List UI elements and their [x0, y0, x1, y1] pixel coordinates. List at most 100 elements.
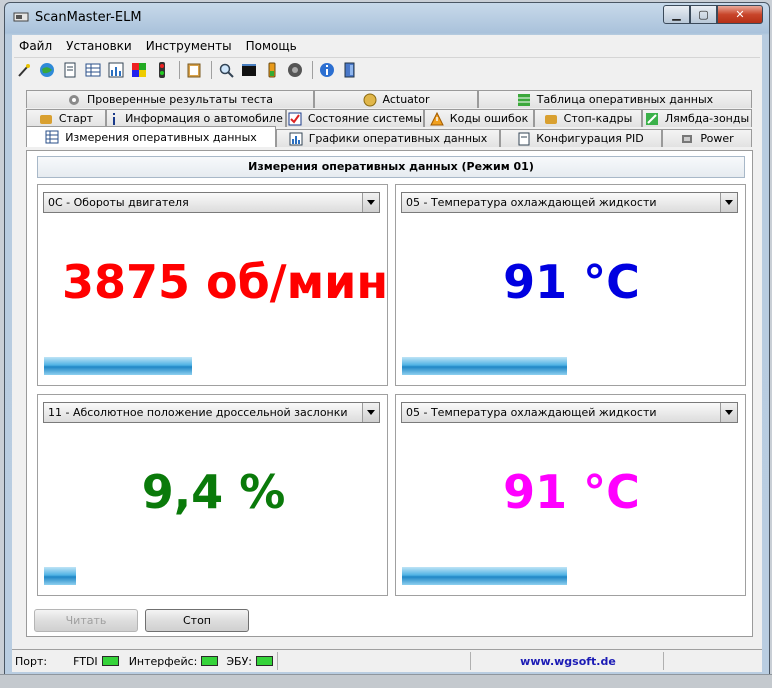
menu-help[interactable]: Помощь — [239, 37, 304, 57]
tab-live-graphs[interactable]: Графики оперативных данных — [276, 129, 500, 147]
exit-icon[interactable] — [340, 60, 360, 80]
pid-select-4[interactable]: 05 - Температура охлаждающей жидкости — [401, 402, 738, 423]
gauge-icon[interactable] — [285, 60, 305, 80]
app-window: ScanMaster-ELM ▁ ▢ ✕ Файл Установки Инст… — [4, 2, 770, 676]
interface-label: Интерфейс: — [128, 654, 198, 668]
pid-select-value: 05 - Температура охлаждающей жидкости — [406, 406, 657, 419]
read-button[interactable]: Читать — [34, 609, 138, 632]
live-measurements-panel: Измерения оперативных данных (Режим 01) … — [26, 150, 753, 637]
close-icon: ✕ — [735, 8, 745, 21]
pid-select-1[interactable]: 0C - Обороты двигателя — [43, 192, 380, 213]
engine-icon — [39, 112, 53, 126]
gear-icon — [67, 93, 81, 107]
panel-title: Измерения оперативных данных (Режим 01) — [37, 156, 745, 178]
toolbar-separator — [312, 61, 313, 79]
gauge-level-bar — [44, 567, 76, 585]
tab-label: Проверенные результаты теста — [86, 93, 274, 106]
table-icon — [517, 93, 531, 107]
pid-select-2[interactable]: 05 - Температура охлаждающей жидкости — [401, 192, 738, 213]
status-connection: Порт: FTDI Интерфейс: ЭБУ: — [15, 652, 278, 670]
maximize-button[interactable]: ▢ — [690, 5, 717, 24]
client-area: Файл Установки Инструменты Помощь Провер… — [12, 35, 762, 672]
gauge-value: 3875 об/мин — [62, 255, 389, 309]
toolbar — [14, 57, 760, 82]
tab-label: Actuator — [382, 93, 430, 106]
grid-icon — [45, 130, 59, 144]
chip-icon — [680, 132, 694, 146]
tab-vehicle-info[interactable]: Информация о автомобиле — [106, 109, 286, 127]
gauge-4: 05 - Температура охлаждающей жидкости 91… — [395, 394, 746, 596]
minimize-button[interactable]: ▁ — [663, 5, 690, 24]
pid-select-value: 05 - Температура охлаждающей жидкости — [406, 196, 657, 209]
tab-label: Таблица оперативных данных — [536, 93, 714, 106]
tab-power[interactable]: Power — [662, 129, 752, 147]
status-bar: Порт: FTDI Интерфейс: ЭБУ: www.wgsoft.de — [12, 649, 762, 672]
tab-error-codes[interactable]: Коды ошибок — [424, 109, 534, 127]
tab-label: Старт — [58, 112, 94, 125]
port-led — [101, 656, 119, 666]
tab-system-status[interactable]: Состояние системы — [286, 109, 424, 127]
info-icon — [109, 112, 119, 126]
grid-icon[interactable] — [83, 60, 103, 80]
tab-pid-config[interactable]: Конфигурация PID — [500, 129, 662, 147]
sensor-icon — [645, 112, 659, 126]
close-button[interactable]: ✕ — [717, 5, 763, 24]
maximize-icon: ▢ — [698, 8, 709, 21]
globe-icon[interactable] — [37, 60, 57, 80]
title-bar[interactable]: ScanMaster-ELM ▁ ▢ ✕ — [5, 3, 769, 33]
tab-lambda-sensors[interactable]: Лямбда-зонды — [642, 109, 752, 127]
menu-bar: Файл Установки Инструменты Помощь — [12, 37, 304, 57]
tab-label: Состояние системы — [307, 112, 423, 125]
status-empty — [280, 652, 471, 670]
document-icon — [518, 132, 530, 146]
checkbox-icon — [288, 112, 302, 126]
flag-icon[interactable] — [129, 60, 149, 80]
menu-settings[interactable]: Установки — [59, 37, 139, 57]
gauge-level-bar — [402, 357, 567, 375]
tab-freeze-frames[interactable]: Стоп-кадры — [534, 109, 642, 127]
ecu-led — [255, 656, 273, 666]
chart-icon[interactable] — [106, 60, 126, 80]
wand-icon[interactable] — [14, 60, 34, 80]
engine-icon — [544, 112, 558, 126]
tab-row-1: Проверенные результаты теста Actuator Та… — [26, 90, 752, 108]
interface-led — [201, 656, 219, 666]
chevron-down-icon[interactable] — [720, 193, 737, 212]
magnifier-icon[interactable] — [216, 60, 236, 80]
caption-buttons: ▁ ▢ ✕ — [663, 5, 763, 25]
tab-row-2: Старт Информация о автомобиле Состояние … — [26, 109, 752, 127]
toolbar-separator — [179, 61, 180, 79]
stop-button[interactable]: Стоп — [145, 609, 249, 632]
tab-test-results[interactable]: Проверенные результаты теста — [26, 90, 314, 108]
tab-label: Графики оперативных данных — [308, 132, 488, 145]
pid-select-3[interactable]: 11 - Абсолютное положение дроссельной за… — [43, 402, 380, 423]
traffic-light-icon[interactable] — [152, 60, 172, 80]
tab-label: Лямбда-зонды — [664, 112, 750, 125]
chevron-down-icon[interactable] — [362, 403, 379, 422]
minimize-icon: ▁ — [672, 8, 681, 21]
tab-label: Конфигурация PID — [536, 132, 644, 145]
menu-tools[interactable]: Инструменты — [139, 37, 239, 57]
tab-actuator[interactable]: Actuator — [314, 90, 478, 108]
chevron-down-icon[interactable] — [720, 403, 737, 422]
battery-icon[interactable] — [262, 60, 282, 80]
ecu-label: ЭБУ: — [226, 654, 252, 668]
info-icon[interactable] — [317, 60, 337, 80]
tab-label: Коды ошибок — [449, 112, 529, 125]
toolbar-separator — [211, 61, 212, 79]
website-link[interactable]: www.wgsoft.de — [520, 655, 616, 668]
terminal-icon[interactable] — [239, 60, 259, 80]
window-title: ScanMaster-ELM — [35, 10, 142, 25]
tab-live-measurements[interactable]: Измерения оперативных данных — [26, 126, 276, 147]
port-label: Порт: — [15, 654, 48, 668]
tab-start[interactable]: Старт — [26, 109, 106, 127]
chevron-down-icon[interactable] — [362, 193, 379, 212]
clipboard-icon[interactable] — [184, 60, 204, 80]
menu-file[interactable]: Файл — [12, 37, 59, 57]
tab-live-data-table[interactable]: Таблица оперативных данных — [478, 90, 752, 108]
gauge-level-bar — [44, 357, 192, 375]
tab-label: Power — [700, 132, 734, 145]
actuator-icon — [363, 93, 377, 107]
tab-label: Стоп-кадры — [563, 112, 633, 125]
document-icon[interactable] — [60, 60, 80, 80]
